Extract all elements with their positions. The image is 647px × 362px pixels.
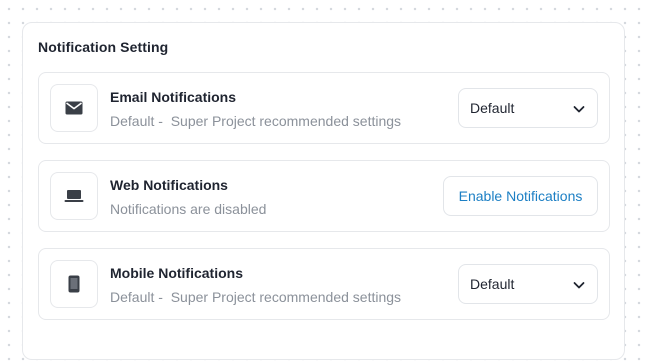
email-notifications-row: Email Notifications Default - Super Proj… bbox=[38, 72, 610, 144]
web-notifications-title: Web Notifications bbox=[110, 177, 228, 193]
laptop-icon bbox=[50, 172, 98, 220]
phone-icon bbox=[50, 260, 98, 308]
panel-title: Notification Setting bbox=[38, 39, 169, 55]
email-notifications-select[interactable]: Default bbox=[458, 88, 598, 128]
envelope-icon bbox=[50, 84, 98, 132]
mobile-notifications-title: Mobile Notifications bbox=[110, 265, 243, 281]
web-notifications-row: Web Notifications Notifications are disa… bbox=[38, 160, 610, 232]
email-notifications-select-value: Default bbox=[470, 100, 515, 116]
email-notifications-title: Email Notifications bbox=[110, 89, 237, 105]
mobile-notifications-select-value: Default bbox=[470, 276, 515, 292]
chevron-down-icon bbox=[573, 106, 585, 113]
notification-settings-panel: Notification Setting Email Notifications… bbox=[22, 22, 625, 360]
mobile-notifications-select[interactable]: Default bbox=[458, 264, 598, 304]
enable-notifications-button[interactable]: Enable Notifications bbox=[443, 176, 598, 216]
mobile-notifications-description: Default - Super Project recommended sett… bbox=[110, 289, 402, 305]
email-notifications-description: Default - Super Project recommended sett… bbox=[110, 113, 402, 129]
chevron-down-icon bbox=[573, 282, 585, 289]
mobile-notifications-row: Mobile Notifications Default - Super Pro… bbox=[38, 248, 610, 320]
web-notifications-description: Notifications are disabled bbox=[110, 201, 267, 217]
